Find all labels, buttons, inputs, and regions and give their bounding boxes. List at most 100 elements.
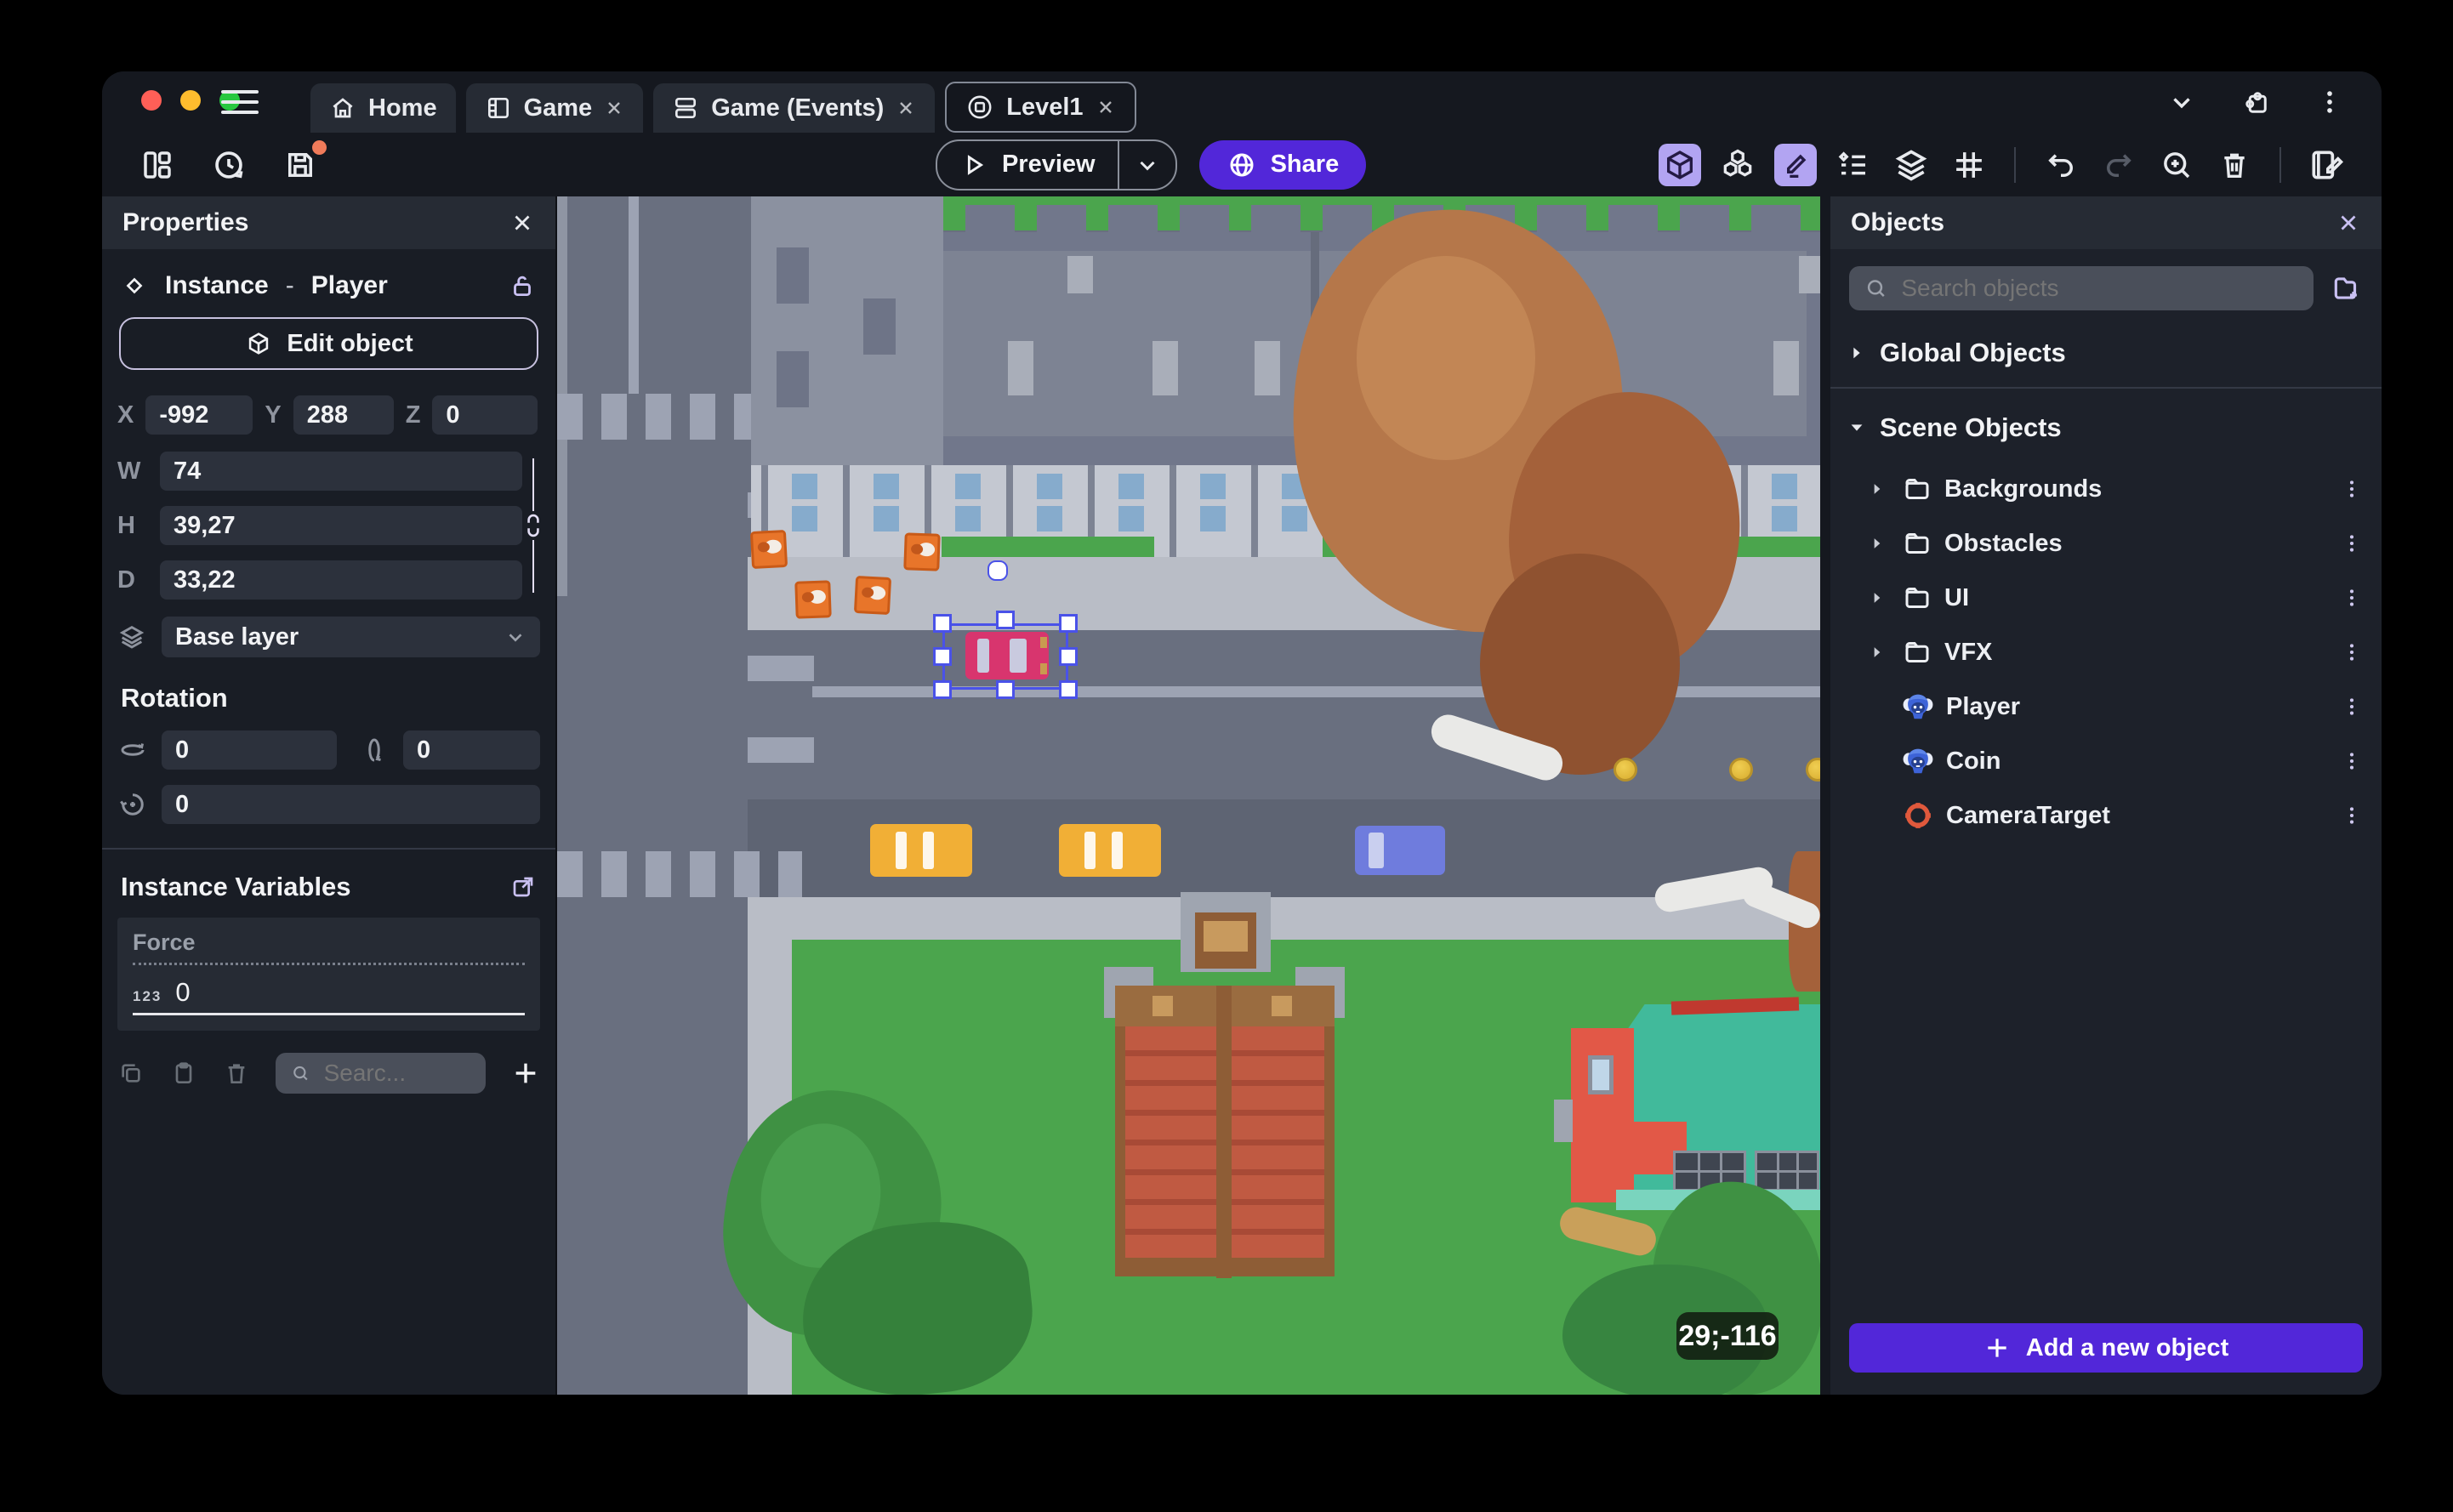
close-tab-icon[interactable] [1096,97,1116,117]
zoom-button[interactable] [2155,144,2198,186]
crate-obstacle[interactable] [794,580,832,619]
coin[interactable] [1614,758,1637,782]
brick-frame-bottom [1115,1258,1335,1276]
instances-list-button[interactable] [1832,144,1875,186]
save-button[interactable] [279,139,327,186]
y-input[interactable] [293,395,394,435]
variable-name[interactable]: Force [133,929,525,965]
delete-variable-icon[interactable] [223,1060,250,1087]
rotation-handle[interactable] [987,560,1008,581]
selection-handle[interactable] [1059,614,1078,633]
rotation-y-input[interactable] [403,730,540,770]
depth-input[interactable] [160,560,522,600]
selection-handle[interactable] [933,680,952,699]
close-properties-icon[interactable] [509,210,535,236]
close-window-button[interactable] [141,90,162,111]
kebab-menu-icon[interactable] [2341,478,2363,500]
selection-handle[interactable] [996,680,1015,699]
open-variables-icon[interactable] [509,873,537,901]
copy-variable-icon[interactable] [117,1060,145,1087]
z-input[interactable] [432,395,538,435]
undo-button[interactable] [2040,144,2082,186]
close-objects-icon[interactable] [2336,210,2361,236]
x-input[interactable] [145,395,253,435]
selection-handle[interactable] [933,647,952,666]
tab-game[interactable]: Game [465,83,644,133]
blue-car[interactable] [1355,826,1445,875]
crate-obstacle[interactable] [853,575,892,616]
object-item-vfx[interactable]: VFX [1830,625,2382,679]
preview-options-chevron[interactable] [1119,152,1175,178]
objects-search-input[interactable] [1899,274,2298,303]
window-chevron-icon[interactable] [2167,88,2196,117]
variable-row-force[interactable]: Force 123 0 [117,918,540,1031]
kebab-menu-icon[interactable] [2341,804,2363,827]
grid-button[interactable] [1948,144,1990,186]
layer-select[interactable]: Base layer [162,617,540,657]
taxi-car[interactable] [870,824,972,877]
height-input[interactable] [160,506,522,545]
object-item-backgrounds[interactable]: Backgrounds [1830,462,2382,516]
taxi-car[interactable] [1059,824,1161,877]
variable-value[interactable]: 0 [175,977,190,1008]
share-button[interactable]: Share [1198,139,1367,190]
kebab-menu-icon[interactable] [2341,587,2363,609]
view-3d-button[interactable] [1659,143,1701,186]
section-global-objects[interactable]: Global Objects [1830,319,2382,387]
panels-layout-button[interactable] [136,144,179,186]
object-item-obstacles[interactable]: Obstacles [1830,516,2382,571]
close-tab-icon[interactable] [604,98,624,118]
add-new-object-button[interactable]: Add a new object [1849,1323,2363,1373]
kebab-menu-icon[interactable] [2341,696,2363,718]
selection-handle[interactable] [996,611,1015,629]
kebab-menu-icon[interactable] [2341,750,2363,772]
selection-handle[interactable] [933,614,952,633]
paste-variable-icon[interactable] [170,1060,197,1087]
delete-button[interactable] [2213,144,2256,186]
chain-link-icon [527,514,539,537]
add-new-object-label: Add a new object [2025,1333,2229,1361]
width-input[interactable] [160,452,522,491]
add-variable-icon[interactable] [511,1059,540,1088]
layers-button[interactable] [1890,144,1932,186]
unlock-icon[interactable] [508,271,537,300]
object-item-ui[interactable]: UI [1830,571,2382,625]
history-button[interactable] [208,144,250,186]
kebab-menu-icon[interactable] [2341,641,2363,663]
crate-obstacle[interactable] [749,529,788,570]
object-item-coin[interactable]: Coin [1830,734,2382,788]
edit-object-button[interactable]: Edit object [119,317,538,370]
edit-mode-button[interactable] [1774,143,1817,186]
object-item-cameratarget[interactable]: CameraTarget [1830,788,2382,843]
rotation-z-input[interactable] [162,785,540,824]
coin[interactable] [1806,758,1820,782]
selection-handle[interactable] [1059,680,1078,699]
section-scene-objects[interactable]: Scene Objects [1830,394,2382,462]
tab-level1[interactable]: Level1 [945,82,1136,133]
rotation-x-input[interactable] [162,730,337,770]
extensions-icon[interactable] [2240,87,2271,117]
open-events-button[interactable] [2305,144,2348,186]
variables-search-input[interactable] [322,1059,470,1088]
object-item-player[interactable]: Player [1830,679,2382,734]
objects-view-button[interactable] [1716,144,1759,186]
scene-canvas[interactable]: 29;-116 [557,196,1820,1395]
add-folder-icon[interactable] [2331,272,2363,304]
tab-game-events[interactable]: Game (Events) [653,83,936,133]
building-tower[interactable] [751,196,943,479]
link-dimensions-toggle[interactable] [522,452,544,600]
kebab-menu-icon[interactable] [2341,532,2363,554]
coin[interactable] [1729,758,1753,782]
object-label: Obstacles [1944,529,2063,557]
selection-handle[interactable] [1059,647,1078,666]
redo-button[interactable] [2097,144,2140,186]
variables-search[interactable] [276,1053,486,1094]
more-menu-icon[interactable] [2315,88,2344,117]
minimize-window-button[interactable] [180,90,201,111]
close-tab-icon[interactable] [896,98,916,118]
preview-button[interactable]: Preview [935,139,1177,190]
objects-search[interactable] [1849,266,2314,310]
main-menu-icon[interactable] [221,87,259,117]
crate-obstacle[interactable] [903,532,941,571]
tab-home[interactable]: Home [310,83,456,133]
